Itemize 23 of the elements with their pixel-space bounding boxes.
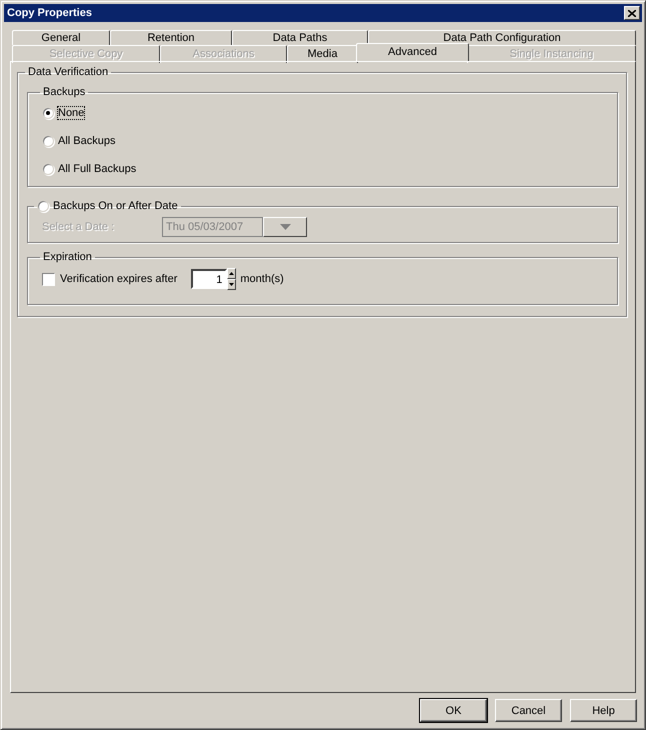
radio-option[interactable]: None	[42, 104, 84, 122]
dialog-button[interactable]: Cancel	[495, 699, 562, 722]
unit-label: month(s)	[240, 273, 284, 285]
radio-option[interactable]: All Backups	[42, 132, 116, 150]
number-field[interactable]: 1	[191, 269, 228, 289]
tab[interactable]: Retention	[110, 30, 232, 45]
spinner-buttons[interactable]	[227, 268, 236, 290]
tab[interactable]: Data Path Configuration	[368, 30, 636, 45]
close-button[interactable]	[624, 6, 640, 20]
group-title: Backups	[42, 86, 86, 98]
tab[interactable]: Media	[287, 45, 358, 63]
tab[interactable]: Advanced	[356, 43, 469, 61]
dialog-button[interactable]: Help	[570, 699, 637, 722]
close-icon	[628, 10, 636, 16]
tab[interactable]: Data Paths	[232, 30, 368, 45]
radio-option[interactable]: All Full Backups	[42, 160, 136, 178]
caret-icon	[280, 224, 290, 230]
checkbox[interactable]: Verification expires after	[42, 272, 178, 286]
group-title: Expiration	[42, 251, 93, 263]
tab[interactable]: General	[12, 30, 110, 45]
window-title: Copy Properties	[7, 7, 92, 19]
group-title: Data Verification	[27, 66, 110, 78]
dialog-button[interactable]: OK	[420, 699, 487, 722]
